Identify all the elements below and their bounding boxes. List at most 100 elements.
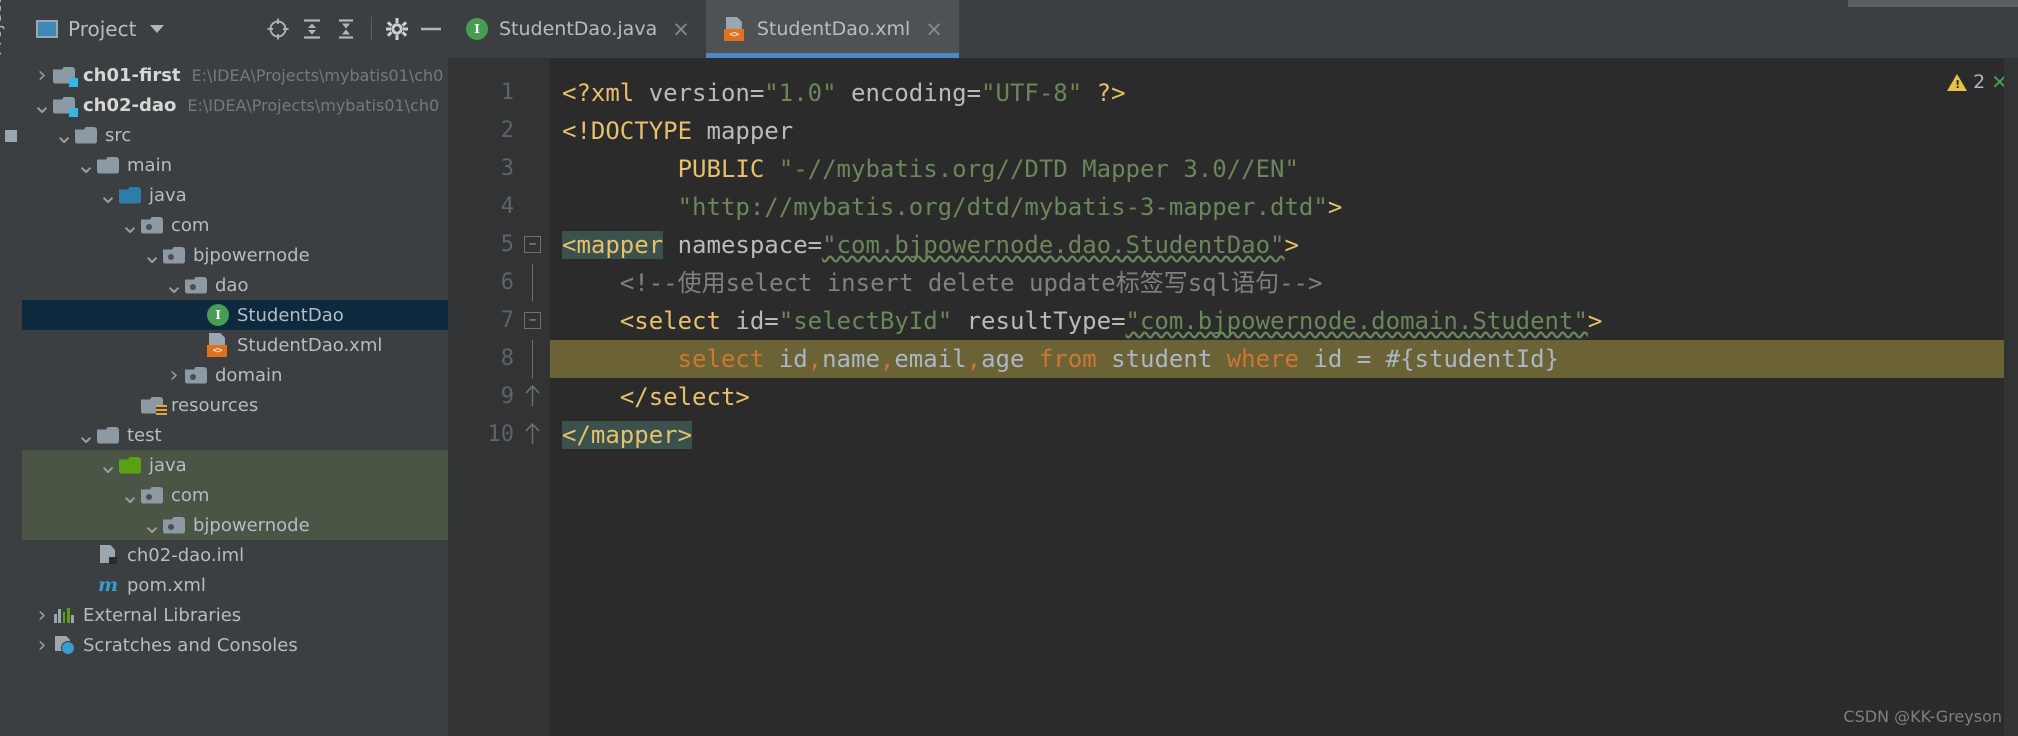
chevron-down-icon[interactable]: ⌄: [120, 213, 140, 237]
code-line-3[interactable]: PUBLIC "-//mybatis.org//DTD Mapper 3.0//…: [550, 150, 2018, 188]
tree-item-label: StudentDao.xml: [237, 334, 383, 356]
code-token: age: [981, 345, 1039, 373]
tree-row-com[interactable]: ⌄ com: [22, 480, 448, 510]
code-line-7[interactable]: <select id="selectById" resultType="com.…: [550, 302, 2018, 340]
code-line-10[interactable]: </mapper>: [550, 416, 2018, 454]
chevron-down-icon[interactable]: ⌄: [32, 93, 52, 117]
tree-row-studentdao[interactable]: I StudentDao: [22, 300, 448, 330]
fold-region-end-icon[interactable]: [520, 378, 550, 416]
project-panel-icon: [36, 20, 58, 38]
tree-item-label: bjpowernode: [193, 244, 310, 266]
tree-row-java[interactable]: ⌄ java: [22, 450, 448, 480]
project-tree[interactable]: › ch01-first E:\IDEA\Projects\mybatis01\ch…: [22, 58, 448, 736]
line-number: 9: [500, 384, 514, 409]
code-token: ,: [807, 345, 823, 373]
marker-scrollbar[interactable]: [2004, 58, 2018, 736]
chevron-down-icon[interactable]: ⌄: [76, 153, 96, 177]
expand-all-icon[interactable]: [295, 12, 329, 46]
tree-row-ch01-first[interactable]: › ch01-first E:\IDEA\Projects\mybatis01\ch…: [22, 60, 448, 90]
locate-target-icon[interactable]: [261, 12, 295, 46]
code-line-2[interactable]: <!DOCTYPE mapper: [550, 112, 2018, 150]
tree-row-pom-xml[interactable]: m pom.xml: [22, 570, 448, 600]
editor-tab-strip: I StudentDao.java × <> StudentDao.xml ×: [448, 0, 2018, 58]
chevron-down-icon[interactable]: ⌄: [98, 453, 118, 477]
java-interface-icon: I: [466, 18, 488, 40]
project-tool-button-vertical[interactable]: Project: [0, 0, 6, 56]
code-token: id: [764, 345, 808, 373]
chevron-down-icon[interactable]: ⌄: [142, 513, 162, 537]
gear-icon[interactable]: [380, 12, 414, 46]
tree-row-src[interactable]: ⌄ src: [22, 120, 448, 150]
code-text-area[interactable]: <?xml version="1.0" encoding="UTF-8" ?> <…: [550, 58, 2018, 736]
tree-row-ch02-dao-iml[interactable]: ch02-dao.iml: [22, 540, 448, 570]
chevron-down-icon[interactable]: ⌄: [164, 273, 184, 297]
fold-collapse-icon[interactable]: −: [520, 226, 550, 264]
chevron-right-icon[interactable]: ›: [32, 63, 52, 88]
editor-tab-studentdao-java[interactable]: I StudentDao.java ×: [448, 0, 706, 58]
chevron-down-icon[interactable]: ⌄: [120, 483, 140, 507]
horizontal-scrollbar[interactable]: [1848, 0, 2018, 7]
tree-item-label: ch02-dao.iml: [127, 544, 245, 566]
code-token: <!DOCTYPE: [562, 117, 707, 145]
tree-row-bjpowernode[interactable]: ⌄ bjpowernode: [22, 240, 448, 270]
code-line-1[interactable]: <?xml version="1.0" encoding="UTF-8" ?>: [550, 74, 2018, 112]
chevron-right-icon[interactable]: ›: [164, 363, 184, 388]
code-token: "com.bjpowernode.dao.StudentDao": [822, 231, 1285, 259]
fold-region-line[interactable]: [520, 340, 550, 378]
fold-region-end-icon[interactable]: [520, 416, 550, 454]
code-line-6[interactable]: <!--使用select insert delete update标签写sql语…: [550, 264, 2018, 302]
tree-item-label: ch01-first: [83, 64, 181, 86]
chevron-right-icon[interactable]: ›: [32, 603, 52, 628]
code-line-9[interactable]: </select>: [550, 378, 2018, 416]
tree-row-resources[interactable]: resources: [22, 390, 448, 420]
inspection-status[interactable]: 2 ✕: [1947, 70, 2008, 94]
code-line-4[interactable]: "http://mybatis.org/dtd/mybatis-3-mapper…: [550, 188, 2018, 226]
module-folder-icon: [52, 96, 78, 117]
chevron-down-icon[interactable]: ⌄: [76, 423, 96, 447]
tree-row-scratches-and-consoles[interactable]: › Scratches and Consoles: [22, 630, 448, 660]
fold-region-line[interactable]: [520, 264, 550, 302]
code-line-8[interactable]: select id,name,email,age from student wh…: [550, 340, 2018, 378]
package-icon: [184, 276, 208, 294]
code-editor[interactable]: 1 2 3 4 5 6 7 8 9 10 − − <?xml version="1.0" encod…: [448, 58, 2018, 736]
minimize-icon[interactable]: [414, 12, 448, 46]
line-number: 10: [487, 422, 515, 447]
code-token: id = #{studentId}: [1298, 345, 1560, 373]
tree-row-java[interactable]: ⌄ java: [22, 180, 448, 210]
fold-collapse-icon[interactable]: −: [520, 302, 550, 340]
tree-row-test[interactable]: ⌄ test: [22, 420, 448, 450]
warning-triangle-icon: [1947, 73, 1968, 91]
code-folding-gutter[interactable]: − −: [520, 58, 550, 736]
fold-gutter-empty: [520, 150, 550, 188]
tree-row-studentdao-xml[interactable]: <> StudentDao.xml: [22, 330, 448, 360]
rail-marker-icon: [5, 130, 17, 142]
tree-row-ch02-dao[interactable]: ⌄ ch02-dao E:\IDEA\Projects\mybatis01\ch0: [22, 90, 448, 120]
code-token: <mapper: [562, 231, 664, 259]
close-icon[interactable]: ×: [672, 18, 690, 40]
editor-tab-studentdao-xml[interactable]: <> StudentDao.xml ×: [705, 0, 959, 58]
tree-row-com[interactable]: ⌄ com: [22, 210, 448, 240]
tree-row-domain[interactable]: › domain: [22, 360, 448, 390]
chevron-down-icon[interactable]: ⌄: [98, 183, 118, 207]
tree-item-label: pom.xml: [127, 574, 206, 596]
chevron-down-icon[interactable]: [150, 25, 165, 33]
tree-item-label: com: [171, 484, 210, 506]
code-token: <!--使用select insert delete update标签写sql语…: [562, 269, 1323, 297]
tree-row-dao[interactable]: ⌄ dao: [22, 270, 448, 300]
code-token: "http://mybatis.org/dtd/mybatis-3-mapper…: [677, 193, 1328, 221]
tree-row-main[interactable]: ⌄ main: [22, 150, 448, 180]
chevron-down-icon[interactable]: ⌄: [54, 123, 74, 147]
tree-item-label: ch02-dao: [83, 94, 177, 116]
chevron-right-icon[interactable]: ›: [32, 633, 52, 658]
chevron-down-icon[interactable]: ⌄: [142, 243, 162, 267]
code-token: email: [894, 345, 967, 373]
package-icon: [184, 366, 208, 384]
tree-row-bjpowernode[interactable]: ⌄ bjpowernode: [22, 510, 448, 540]
close-icon[interactable]: ×: [925, 18, 943, 40]
watermark: CSDN @KK-Greyson: [1843, 707, 2002, 726]
tree-row-external-libraries[interactable]: › External Libraries: [22, 600, 448, 630]
code-line-5[interactable]: <mapper namespace="com.bjpowernode.dao.S…: [550, 226, 2018, 264]
collapse-all-icon[interactable]: [329, 12, 363, 46]
